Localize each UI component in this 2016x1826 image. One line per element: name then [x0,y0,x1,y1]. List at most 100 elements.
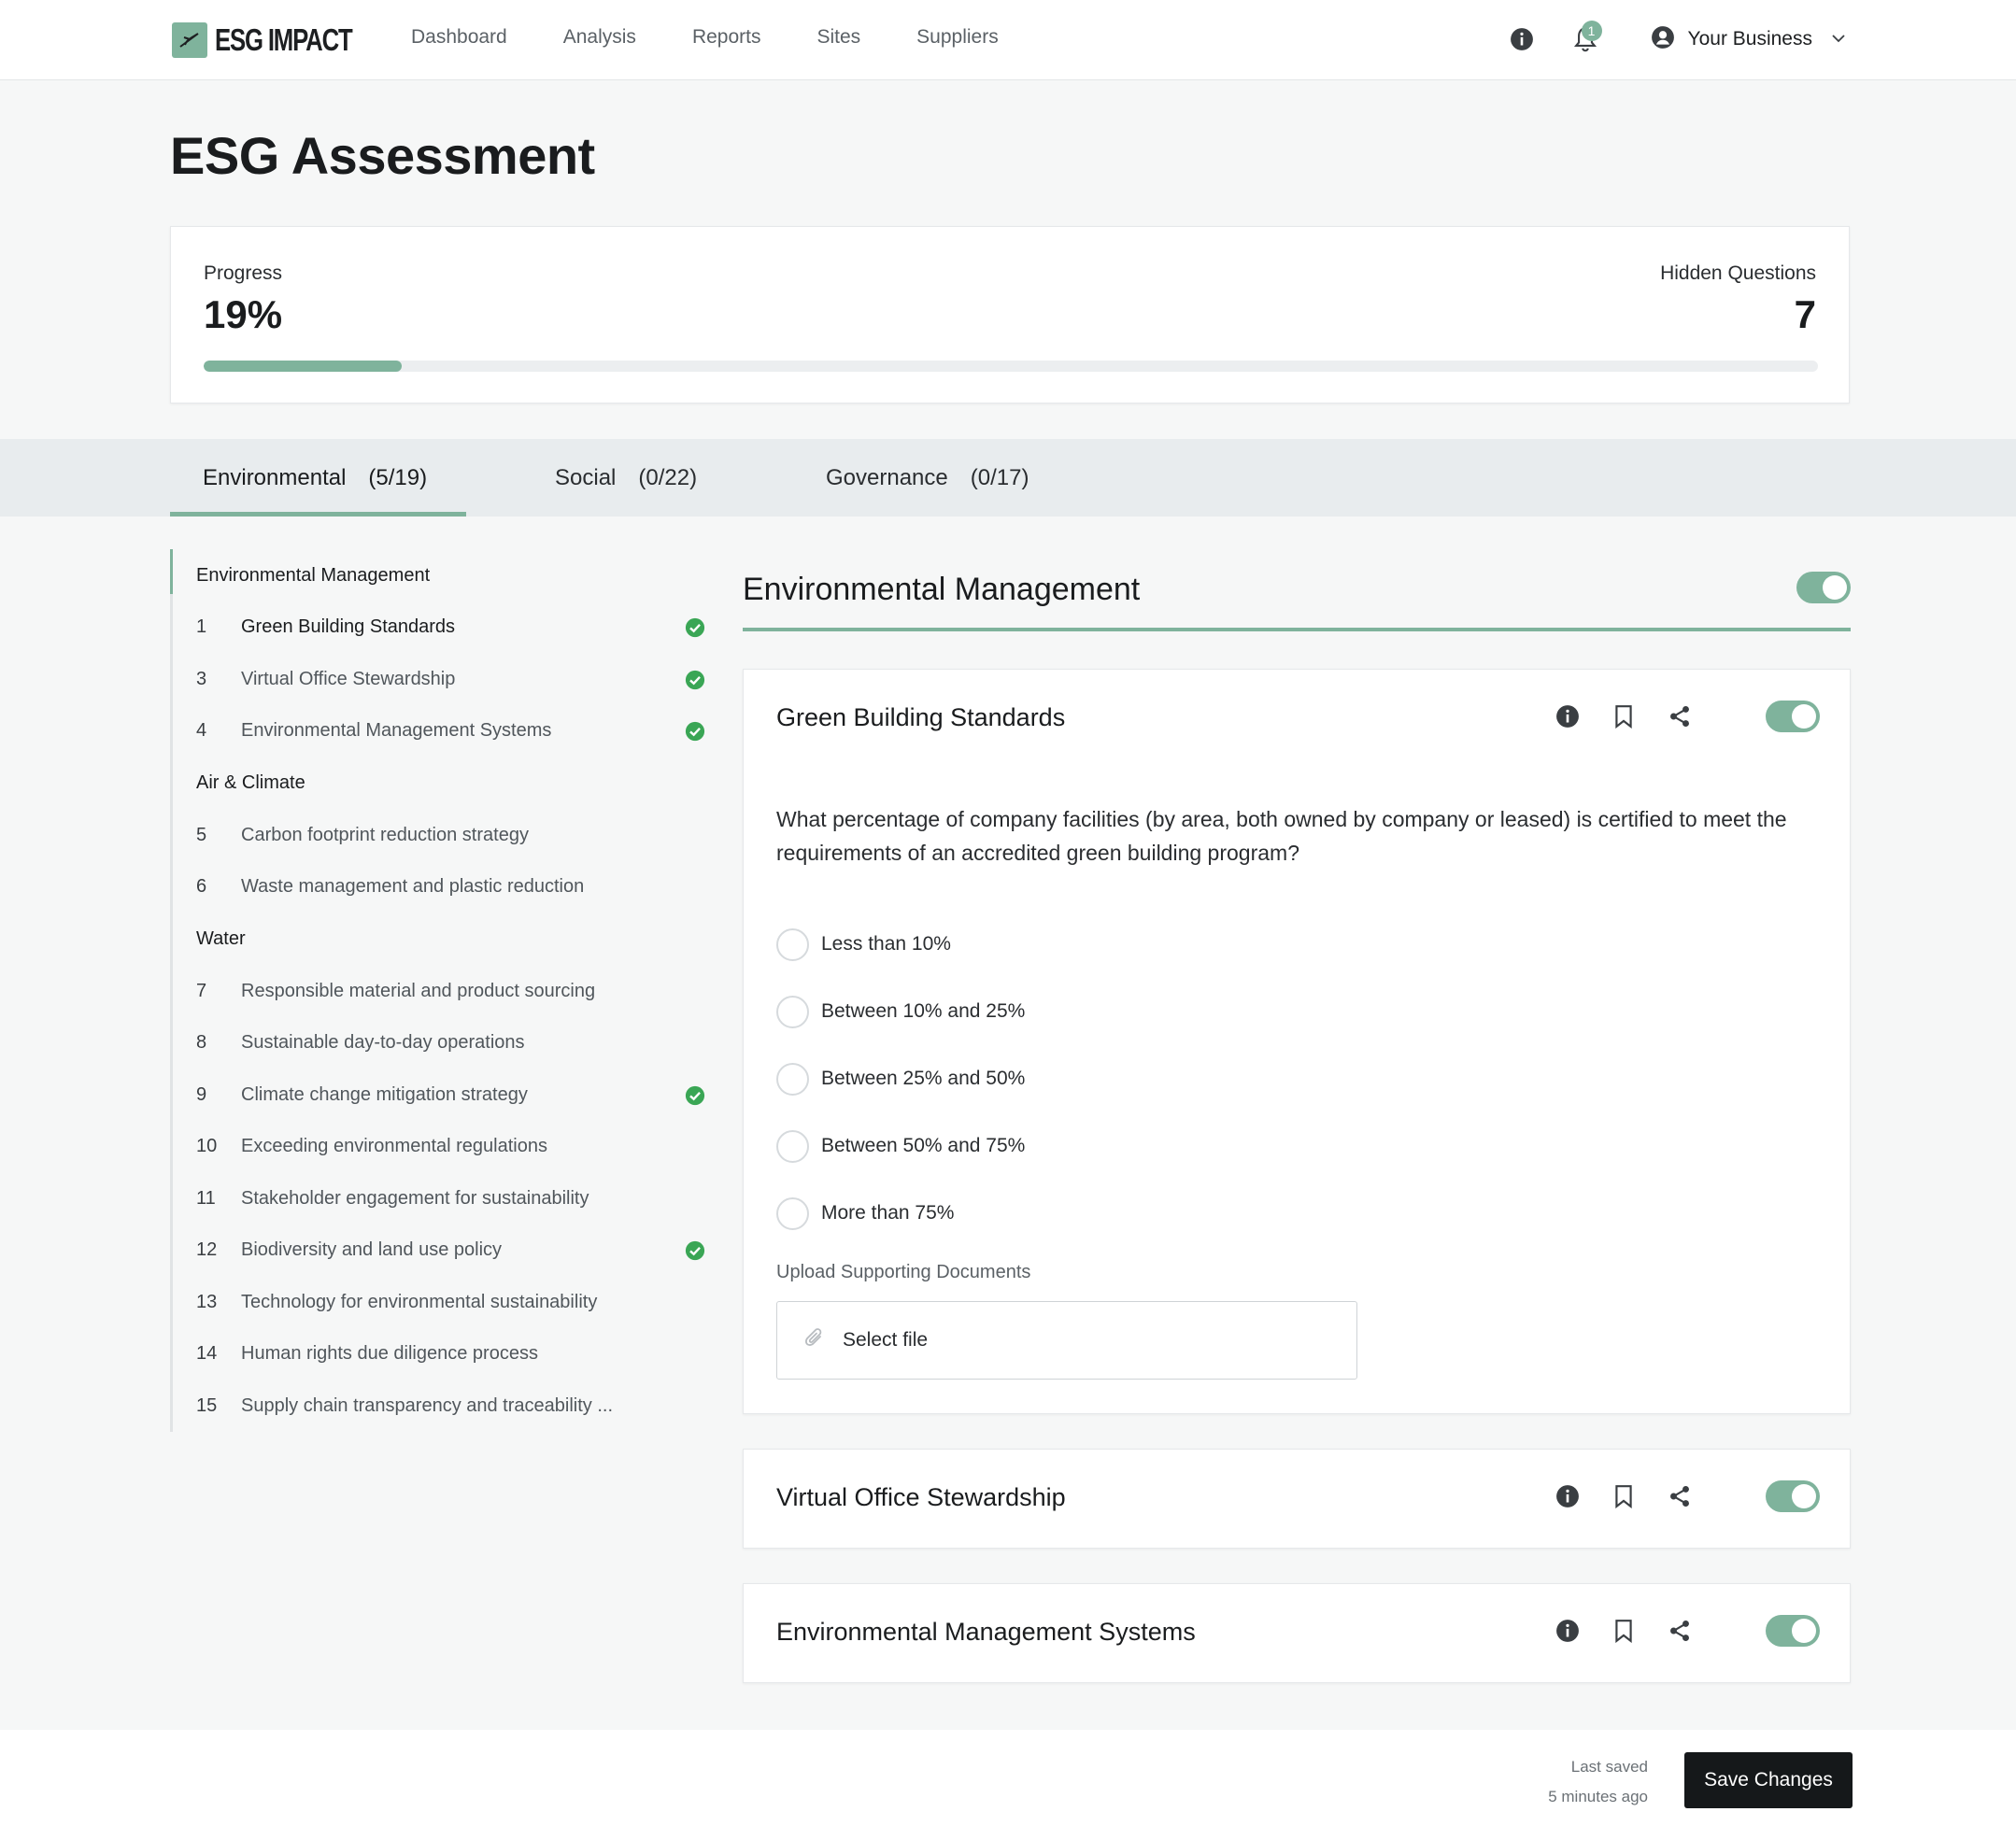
item-number: 14 [196,1343,218,1365]
item-number: 10 [196,1136,218,1157]
account-menu[interactable]: Your Business [1651,25,1846,54]
info-icon[interactable] [1503,21,1540,58]
check-circle-icon [685,1240,705,1267]
bookmark-icon[interactable] [1607,1479,1640,1513]
info-icon[interactable] [1551,1614,1584,1648]
progress-bar-fill [204,361,402,372]
info-icon[interactable] [1551,1479,1584,1513]
sidebar-item[interactable]: 5 Carbon footprint reduction strategy [173,810,712,862]
main-nav: Dashboard Analysis Reports Sites Supplie… [411,26,1055,49]
option-label: Between 25% and 50% [821,1068,1026,1089]
radio-button[interactable] [776,995,809,1028]
progress-value: 19% [204,292,283,336]
card-actions [1551,700,1820,733]
sidebar-item[interactable]: 11 Stakeholder engagement for sustainabi… [173,1173,712,1225]
tab-label: Social [555,464,617,490]
logo-icon [172,22,207,58]
logo[interactable]: ESG IMPACT [172,22,390,58]
item-label: Waste management and plastic reduction [241,876,585,898]
bell-icon[interactable]: 1 [1567,21,1604,58]
sidebar-group-title: Air & Climate [196,772,305,793]
item-number: 12 [196,1239,218,1261]
tab-governance[interactable]: Governance (0/17) [826,439,1029,517]
sidebar-item[interactable]: 13 Technology for environmental sustaina… [173,1277,712,1329]
sidebar-item[interactable]: 14 Human rights due diligence process [173,1328,712,1380]
item-label: Responsible material and product sourcin… [241,980,596,1001]
sidebar-item[interactable]: 9 Climate change mitigation strategy [173,1069,712,1122]
item-label: Environmental Management Systems [241,720,552,742]
item-label: Technology for environmental sustainabil… [241,1291,598,1312]
sidebar-item[interactable]: 10 Exceeding environmental regulations [173,1121,712,1173]
footer-bar: Last saved 5 minutes ago Save Changes [0,1730,2016,1826]
share-icon[interactable] [1663,1614,1697,1648]
check-circle-icon [685,721,705,747]
radio-button[interactable] [776,927,809,961]
last-saved-time: 5 minutes ago [1548,1788,1648,1805]
header-actions: 1 Your Business [1503,21,1846,58]
sidebar-item[interactable]: 7 Responsible material and product sourc… [173,966,712,1018]
sidebar-item[interactable]: 4 Environmental Management Systems [173,705,712,757]
item-number: 3 [196,668,207,689]
tab-count: (5/19) [368,464,428,490]
option-label: More than 75% [821,1202,955,1224]
answer-option[interactable]: Less than 10% [776,911,1025,978]
check-circle-icon [685,670,705,696]
card-toggle[interactable] [1766,1615,1820,1647]
answer-option[interactable]: Between 10% and 25% [776,978,1025,1045]
share-icon[interactable] [1663,700,1697,733]
bookmark-icon[interactable] [1607,1614,1640,1648]
sidebar-item[interactable]: 8 Sustainable day-to-day operations [173,1017,712,1069]
answer-option[interactable]: More than 75% [776,1180,1025,1247]
bookmark-icon[interactable] [1607,700,1640,733]
nav-dashboard[interactable]: Dashboard [411,26,507,49]
nav-analysis[interactable]: Analysis [563,26,636,49]
sidebar-item[interactable]: 6 Waste management and plastic reduction [173,861,712,913]
radio-button[interactable] [776,1062,809,1096]
sidebar-item[interactable]: 15 Supply chain transparency and traceab… [173,1380,712,1433]
radio-button[interactable] [776,1129,809,1163]
sidebar-item[interactable]: 12 Biodiversity and land use policy [173,1224,712,1277]
paperclip-icon [803,1326,826,1355]
tab-social[interactable]: Social (0/22) [555,439,697,517]
category-tabs: Environmental (5/19) Social (0/22) Gover… [0,439,2016,517]
question-card[interactable]: Virtual Office Stewardship [743,1449,1851,1549]
item-label: Supply chain transparency and traceabili… [241,1394,613,1416]
item-label: Human rights due diligence process [241,1343,538,1365]
tab-count: (0/22) [638,464,698,490]
card-header: Environmental Management Systems [744,1584,1850,1681]
save-changes-button[interactable]: Save Changes [1684,1752,1853,1808]
answer-option[interactable]: Between 50% and 75% [776,1112,1025,1180]
nav-sites[interactable]: Sites [816,26,860,49]
info-icon[interactable] [1551,700,1584,733]
sidebar-item[interactable]: 1 Green Building Standards [173,602,712,654]
section-header: Environmental Management [743,549,1851,631]
share-icon[interactable] [1663,1479,1697,1513]
item-number: 13 [196,1291,218,1312]
nav-reports[interactable]: Reports [692,26,761,49]
answer-options: Less than 10% Between 10% and 25% Betwee… [776,911,1025,1247]
user-icon [1651,25,1675,54]
hidden-questions-value: 7 [1794,292,1816,336]
section-toggle[interactable] [1796,572,1851,603]
card-header: Green Building Standards [744,670,1850,767]
option-label: Between 50% and 75% [821,1135,1026,1156]
question-panel: Environmental Management Green Building … [743,549,1851,1683]
tab-label: Environmental [203,464,347,490]
item-number: 9 [196,1083,207,1105]
page-title: ESG Assessment [170,126,595,185]
sidebar-item[interactable]: 3 Virtual Office Stewardship [173,654,712,706]
radio-button[interactable] [776,1196,809,1230]
question-card[interactable]: Environmental Management Systems [743,1583,1851,1683]
answer-option[interactable]: Between 25% and 50% [776,1045,1025,1112]
card-toggle[interactable] [1766,1480,1820,1512]
item-label: Biodiversity and land use policy [241,1239,503,1261]
tab-environmental[interactable]: Environmental (5/19) [170,439,466,517]
card-toggle[interactable] [1766,701,1820,732]
file-upload-field[interactable]: Select file [776,1301,1357,1380]
item-number: 1 [196,616,207,638]
item-number: 7 [196,980,207,1001]
nav-suppliers[interactable]: Suppliers [916,26,999,49]
question-card: Green Building Standards What percentage… [743,669,1851,1414]
option-label: Between 10% and 25% [821,1000,1026,1022]
item-number: 11 [196,1187,216,1209]
